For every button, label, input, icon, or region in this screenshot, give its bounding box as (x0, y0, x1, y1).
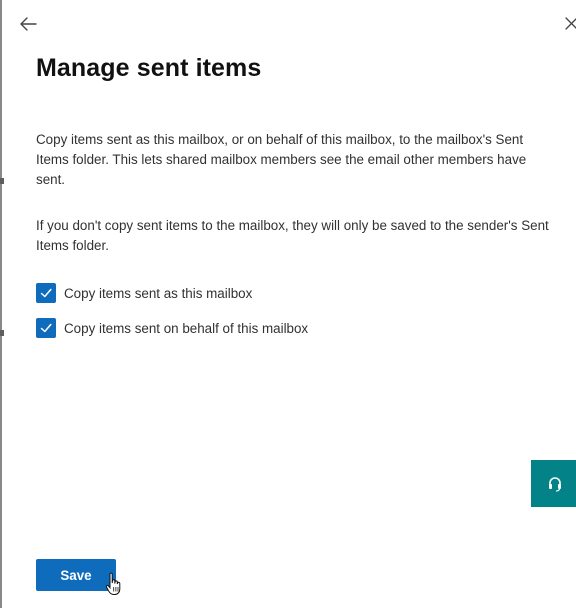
headset-icon (548, 476, 561, 492)
back-arrow-icon (20, 17, 37, 31)
manage-sent-items-panel: Manage sent items Copy items sent as thi… (0, 0, 576, 608)
copy-sent-as-checkbox[interactable] (36, 283, 56, 303)
checkmark-icon (40, 323, 52, 333)
page-title: Manage sent items (36, 54, 262, 82)
back-button[interactable] (18, 14, 38, 34)
help-button[interactable] (531, 460, 576, 507)
copy-sent-as-option[interactable]: Copy items sent as this mailbox (36, 283, 252, 303)
save-button[interactable]: Save (36, 559, 116, 591)
background-edge-mark (0, 330, 4, 336)
description-text: Copy items sent as this mailbox, or on b… (36, 132, 527, 187)
description-note-text: If you don't copy sent items to the mail… (36, 218, 549, 253)
close-button[interactable] (563, 15, 576, 33)
close-icon (565, 17, 576, 30)
copy-sent-on-behalf-checkbox[interactable] (36, 318, 56, 338)
copy-sent-on-behalf-option[interactable]: Copy items sent on behalf of this mailbo… (36, 318, 308, 338)
copy-sent-as-label: Copy items sent as this mailbox (64, 285, 253, 301)
background-edge-mark (0, 178, 4, 184)
copy-sent-on-behalf-label: Copy items sent on behalf of this mailbo… (64, 320, 309, 336)
checkmark-icon (40, 288, 52, 298)
